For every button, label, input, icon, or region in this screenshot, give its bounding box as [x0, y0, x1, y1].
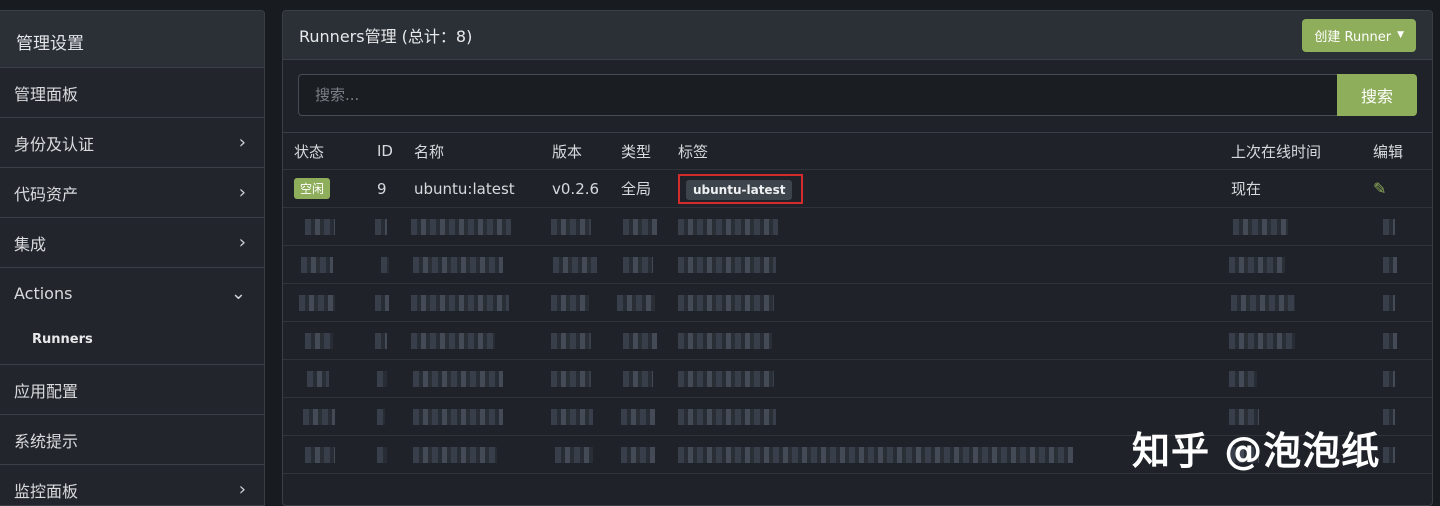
watermark: 知乎 @泡泡纸 [1132, 429, 1381, 473]
labels-cell: ubuntu-latest [678, 170, 804, 207]
sidebar-item-dashboard[interactable]: 管理面板 [0, 68, 264, 118]
create-runner-label: 创建 Runner [1314, 29, 1392, 45]
table-row-blurred [283, 208, 1432, 246]
table-row-blurred [283, 284, 1432, 322]
column-header-status[interactable]: 状态 [294, 133, 324, 169]
sidebar-item-label: 身份及认证 [14, 134, 95, 154]
chevron-right-icon: › [238, 232, 246, 253]
search-button[interactable]: 搜索 [1337, 74, 1417, 116]
sidebar-item-label: 监控面板 [14, 481, 79, 501]
table-header: 状态 ID 名称 版本 类型 标签 上次在线时间 编辑 [283, 133, 1432, 170]
sidebar-item-label: 管理面板 [14, 84, 79, 104]
edit-cell: ✎ [1373, 170, 1386, 207]
sidebar-item-app-config[interactable]: 应用配置 [0, 365, 264, 415]
id-cell: 9 [377, 179, 387, 198]
page-title: Runners管理 (总计：8) [299, 27, 473, 46]
status-cell: 空闲 [294, 170, 331, 207]
panel-header: Runners管理 (总计：8) 创建 Runner ▼ [283, 11, 1432, 60]
column-header-name[interactable]: 名称 [414, 133, 444, 169]
column-header-id[interactable]: ID [377, 133, 393, 169]
sidebar-subitem-runners[interactable]: Runners [0, 318, 264, 365]
table-row-blurred [283, 360, 1432, 398]
version-cell: v0.2.6 [552, 179, 600, 198]
chevron-right-icon: › [238, 182, 246, 203]
column-header-labels: 标签 [678, 142, 709, 161]
chevron-right-icon: › [238, 132, 246, 153]
sidebar-item-identity[interactable]: 身份及认证 › [0, 118, 264, 168]
sidebar-item-code-assets[interactable]: 代码资产 › [0, 168, 264, 218]
sidebar-item-label: 应用配置 [14, 381, 79, 401]
name-cell: ubuntu:latest [414, 179, 515, 198]
sidebar-item-label: Actions [14, 283, 73, 303]
caret-down-icon: ▼ [1397, 30, 1404, 40]
sidebar-item-label: 集成 [14, 234, 47, 254]
admin-sidebar: 管理设置 管理面板 身份及认证 › 代码资产 › 集成 › Actions ⌄ … [0, 10, 265, 506]
create-runner-button[interactable]: 创建 Runner ▼ [1302, 18, 1416, 52]
table-row-blurred [283, 246, 1432, 284]
sidebar-item-actions[interactable]: Actions ⌄ [0, 268, 264, 318]
chevron-right-icon: › [238, 479, 246, 500]
column-header-last-online[interactable]: 上次在线时间 [1231, 133, 1321, 169]
column-header-version[interactable]: 版本 [552, 133, 582, 169]
table-row-blurred [283, 322, 1432, 360]
sidebar-item-label: 代码资产 [14, 184, 79, 204]
runner-label-tag: ubuntu-latest [686, 179, 793, 200]
type-cell: 全局 [621, 180, 652, 198]
table-row: 空闲 9 ubuntu:latest v0.2.6 全局 ubuntu-late… [283, 170, 1432, 208]
status-badge: 空闲 [294, 178, 331, 199]
pencil-icon[interactable]: ✎ [1373, 179, 1386, 198]
column-header-type[interactable]: 类型 [621, 133, 651, 169]
highlight-box: ubuntu-latest [678, 173, 804, 204]
sidebar-item-notices[interactable]: 系统提示 [0, 415, 264, 465]
sidebar-item-monitor[interactable]: 监控面板 › [0, 465, 264, 505]
last-online-cell: 现在 [1231, 180, 1262, 198]
chevron-down-icon: ⌄ [230, 282, 246, 304]
sidebar-title: 管理设置 [0, 11, 264, 68]
search-input[interactable] [298, 74, 1337, 116]
sidebar-item-integrations[interactable]: 集成 › [0, 218, 264, 268]
search-bar: 搜索 [298, 74, 1417, 116]
sidebar-item-label: 系统提示 [14, 431, 79, 451]
column-header-edit: 编辑 [1373, 142, 1404, 161]
